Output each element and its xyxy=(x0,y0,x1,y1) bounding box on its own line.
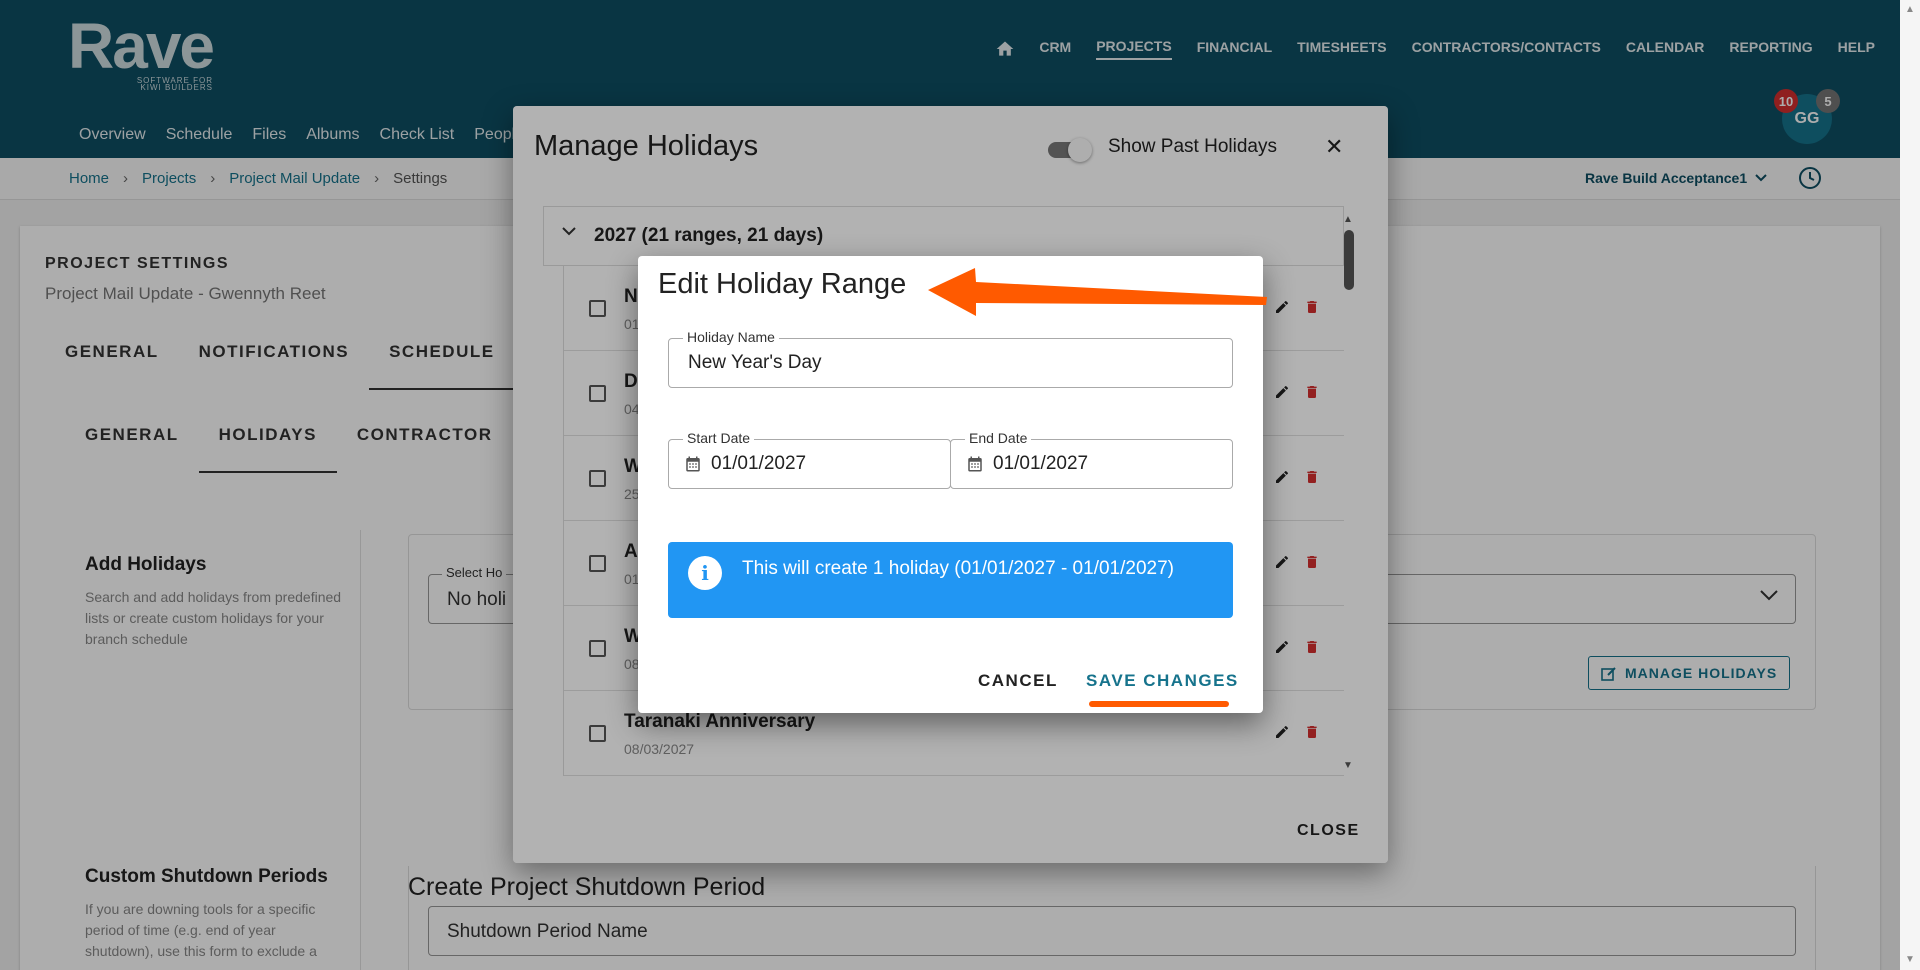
edit-dialog-title: Edit Holiday Range xyxy=(658,268,907,300)
info-icon: i xyxy=(688,556,722,590)
scroll-up-icon[interactable]: ▲ xyxy=(1905,4,1915,15)
holiday-name-label: Holiday Name xyxy=(683,329,779,345)
start-date-field[interactable]: Start Date 01/01/2027 xyxy=(668,430,951,489)
calendar-icon[interactable] xyxy=(966,455,984,473)
page-scrollbar[interactable]: ▲ ▼ xyxy=(1900,0,1920,970)
end-date-value: 01/01/2027 xyxy=(993,453,1089,474)
holiday-name-value: New Year's Day xyxy=(688,352,822,373)
calendar-icon[interactable] xyxy=(684,455,702,473)
holiday-name-field[interactable]: Holiday Name New Year's Day xyxy=(668,329,1233,388)
edit-holiday-range-dialog: Edit Holiday Range Holiday Name New Year… xyxy=(638,256,1263,713)
end-date-field[interactable]: End Date 01/01/2027 xyxy=(950,430,1233,489)
save-changes-button[interactable]: SAVE CHANGES xyxy=(1086,671,1239,691)
info-message: This will create 1 holiday (01/01/2027 -… xyxy=(742,558,1174,579)
start-date-value: 01/01/2027 xyxy=(711,453,807,474)
cancel-button[interactable]: CANCEL xyxy=(978,671,1058,691)
info-alert: i This will create 1 holiday (01/01/2027… xyxy=(668,542,1233,618)
scroll-down-icon[interactable]: ▼ xyxy=(1905,954,1915,965)
start-date-label: Start Date xyxy=(683,430,755,446)
end-date-label: End Date xyxy=(965,430,1032,446)
